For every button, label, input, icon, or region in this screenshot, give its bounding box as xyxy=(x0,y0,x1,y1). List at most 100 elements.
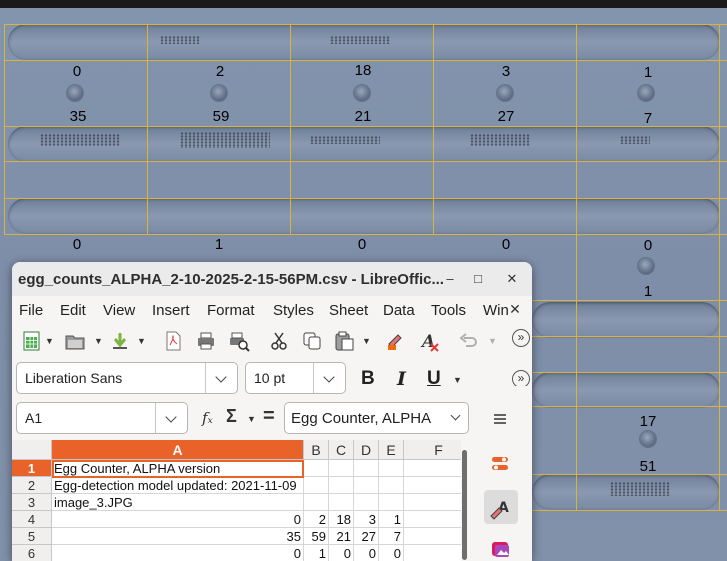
cell[interactable]: 27 xyxy=(354,528,379,545)
cell[interactable]: 59 xyxy=(304,528,329,545)
cell[interactable] xyxy=(379,494,404,511)
open-folder-icon[interactable] xyxy=(64,330,86,352)
cell[interactable] xyxy=(404,460,468,477)
save-icon[interactable] xyxy=(109,330,131,352)
export-pdf-icon[interactable] xyxy=(162,330,184,352)
cell[interactable]: image_3.JPG xyxy=(52,494,304,511)
expand-formula-icon[interactable] xyxy=(446,403,468,433)
menu-tools[interactable]: Tools xyxy=(431,302,466,319)
column-header-e[interactable]: E xyxy=(379,440,404,460)
italic-button[interactable]: I xyxy=(397,368,406,390)
row-header[interactable]: 6 xyxy=(12,545,52,561)
underline-button[interactable]: U xyxy=(427,368,441,390)
chevron-down-icon[interactable]: ▼ xyxy=(94,336,103,346)
close-document-button[interactable]: ✕ xyxy=(505,299,525,319)
gallery-icon[interactable] xyxy=(490,538,512,560)
toolbar-overflow-button[interactable]: » xyxy=(512,329,530,347)
select-all-corner[interactable] xyxy=(12,440,52,460)
font-size-combobox[interactable]: 10 pt xyxy=(245,362,346,394)
cell[interactable] xyxy=(304,477,329,494)
bold-button[interactable]: B xyxy=(361,368,375,390)
column-header-f[interactable]: F xyxy=(404,440,468,460)
cell[interactable]: Egg-detection model updated: 2021-11-09 xyxy=(52,477,304,494)
menu-edit[interactable]: Edit xyxy=(60,302,86,319)
cell[interactable] xyxy=(404,477,468,494)
chevron-down-icon[interactable]: ▼ xyxy=(488,336,497,346)
cell[interactable]: 0 xyxy=(52,545,304,561)
close-window-button[interactable]: ✕ xyxy=(502,269,522,289)
cell[interactable] xyxy=(404,494,468,511)
print-icon[interactable] xyxy=(195,330,217,352)
menu-view[interactable]: View xyxy=(103,302,135,319)
row-header[interactable]: 3 xyxy=(12,494,52,511)
name-box[interactable]: A1 xyxy=(16,402,188,434)
cell[interactable]: 0 xyxy=(354,545,379,561)
window-titlebar[interactable]: egg_counts_ALPHA_2-10-2025-2-15-56PM.csv… xyxy=(12,262,532,296)
chevron-down-icon[interactable]: ▼ xyxy=(247,414,256,424)
clone-formatting-icon[interactable] xyxy=(385,330,407,352)
row-header[interactable]: 2 xyxy=(12,477,52,494)
cell[interactable]: 2 xyxy=(304,511,329,528)
cell[interactable] xyxy=(329,477,354,494)
cell[interactable] xyxy=(404,528,468,545)
formula-button[interactable]: = xyxy=(263,405,275,428)
new-spreadsheet-icon[interactable] xyxy=(21,330,43,352)
cell[interactable]: 35 xyxy=(52,528,304,545)
formula-input[interactable]: Egg Counter, ALPHA xyxy=(284,402,469,434)
row-header[interactable]: 1 xyxy=(12,460,52,477)
cell[interactable]: 1 xyxy=(379,511,404,528)
cell[interactable] xyxy=(329,494,354,511)
row-header[interactable]: 5 xyxy=(12,528,52,545)
sidebar-menu-icon[interactable] xyxy=(492,412,508,426)
cell[interactable] xyxy=(379,460,404,477)
function-wizard-button[interactable]: fₓ xyxy=(202,409,213,427)
cell[interactable] xyxy=(329,460,354,477)
vertical-scrollbar[interactable] xyxy=(461,440,468,561)
cell[interactable]: 3 xyxy=(354,511,379,528)
cut-icon[interactable] xyxy=(268,330,290,352)
row-header[interactable]: 4 xyxy=(12,511,52,528)
minimize-button[interactable]: – xyxy=(440,269,460,289)
chevron-down-icon[interactable]: ▼ xyxy=(45,336,54,346)
cell[interactable] xyxy=(354,477,379,494)
chevron-down-icon[interactable]: ▼ xyxy=(362,336,371,346)
copy-icon[interactable] xyxy=(301,330,323,352)
paste-icon[interactable] xyxy=(333,330,355,352)
cell[interactable]: 0 xyxy=(379,545,404,561)
cell[interactable]: 18 xyxy=(329,511,354,528)
styles-icon[interactable]: A xyxy=(484,490,518,524)
cell[interactable] xyxy=(354,460,379,477)
scrollbar-thumb[interactable] xyxy=(462,450,467,560)
cell[interactable] xyxy=(354,494,379,511)
column-header-a[interactable]: A xyxy=(52,440,304,460)
undo-icon[interactable] xyxy=(457,330,479,352)
cell[interactable]: 1 xyxy=(304,545,329,561)
column-header-c[interactable]: C xyxy=(329,440,354,460)
font-name-combobox[interactable]: Liberation Sans xyxy=(16,362,238,394)
properties-icon[interactable] xyxy=(490,454,510,474)
maximize-button[interactable]: □ xyxy=(468,269,488,289)
column-header-d[interactable]: D xyxy=(354,440,379,460)
print-preview-icon[interactable] xyxy=(228,330,250,352)
menu-format[interactable]: Format xyxy=(207,302,255,319)
cell[interactable]: 21 xyxy=(329,528,354,545)
menu-styles[interactable]: Styles xyxy=(273,302,314,319)
chevron-down-icon[interactable]: ▼ xyxy=(137,336,146,346)
cell[interactable] xyxy=(304,460,329,477)
cell[interactable] xyxy=(379,477,404,494)
cell[interactable]: 7 xyxy=(379,528,404,545)
menu-data[interactable]: Data xyxy=(383,302,415,319)
cell[interactable]: 0 xyxy=(52,511,304,528)
cell[interactable] xyxy=(404,511,468,528)
chevron-down-icon[interactable] xyxy=(313,363,345,393)
sum-button[interactable]: Σ xyxy=(226,406,237,427)
menu-file[interactable]: File xyxy=(19,302,43,319)
cell[interactable] xyxy=(304,494,329,511)
cell[interactable] xyxy=(404,545,468,561)
clear-formatting-icon[interactable]: A xyxy=(419,330,441,352)
chevron-down-icon[interactable] xyxy=(205,363,237,393)
spreadsheet-grid[interactable]: A B C D E F 1 Egg Counter, ALPHA version… xyxy=(12,440,468,561)
chevron-down-icon[interactable]: ▼ xyxy=(453,375,462,385)
menu-insert[interactable]: Insert xyxy=(152,302,190,319)
cell[interactable]: 0 xyxy=(329,545,354,561)
